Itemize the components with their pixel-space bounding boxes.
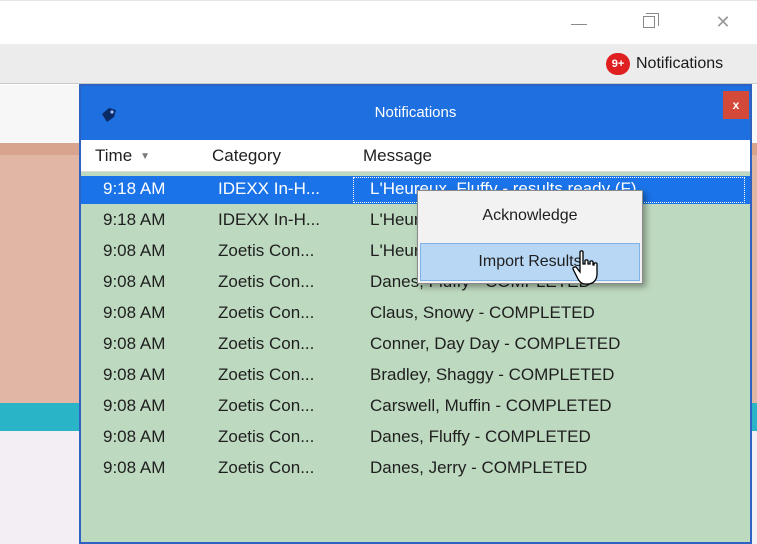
cell-category: Zoetis Con... (218, 365, 315, 384)
minimize-icon[interactable] (556, 7, 602, 37)
column-header-time-label: Time (95, 146, 133, 165)
column-header-time[interactable]: Time ▼ (95, 146, 150, 166)
cell-time: 9:08 AM (103, 396, 166, 415)
table-row[interactable]: 9:18 AMIDEXX In-H...L'Heureux, Fluffy - … (81, 176, 750, 204)
close-notifications-button[interactable]: x (723, 91, 749, 119)
sort-descending-icon: ▼ (140, 151, 151, 163)
cell-message: Carswell, Muffin - COMPLETED (370, 396, 612, 415)
cell-message: Conner, Day Day - COMPLETED (370, 334, 621, 353)
notifications-link-label: Notifications (636, 55, 724, 72)
notifications-window: Notifications x Time ▼ Category Message 9… (79, 84, 752, 544)
table-row[interactable]: 9:08 AMZoetis Con...Danes, Fluffy - COMP… (81, 269, 750, 297)
notifications-link[interactable]: 9+ Notifications (606, 52, 723, 76)
cell-message: Claus, Snowy - COMPLETED (370, 303, 595, 322)
maximize-icon[interactable] (626, 7, 672, 37)
menu-item-acknowledge[interactable]: Acknowledge (420, 197, 640, 235)
cell-category: Zoetis Con... (218, 458, 315, 477)
cell-time: 9:18 AM (103, 179, 166, 198)
close-icon[interactable]: ✕ (700, 7, 746, 37)
table-row[interactable]: 9:08 AM Zoetis Con... Danes, Jerry - COMPL… (81, 455, 750, 483)
notifications-titlebar[interactable]: Notifications x (81, 86, 750, 140)
cell-category: Zoetis Con... (218, 241, 315, 260)
cell-time: 9:08 AM (103, 241, 166, 260)
cell-category: Zoetis Con... (218, 303, 315, 322)
cell-category: Zoetis Con... (218, 272, 315, 291)
cell-message: Danes, Jerry - COMPLETED (370, 458, 588, 477)
cell-time: 9:08 AM (103, 334, 166, 353)
cell-category: IDEXX In-H... (218, 179, 321, 198)
cell-time: 9:08 AM (103, 458, 166, 477)
table-row[interactable]: 9:08 AM Zoetis Con... Bradley, Shaggy - CO… (81, 362, 750, 390)
grid-header: Time ▼ Category Message (81, 140, 750, 172)
cell-time: 9:08 AM (103, 365, 166, 384)
notification-count-badge: 9+ (606, 53, 630, 75)
column-header-message[interactable]: Message (363, 146, 432, 166)
table-row[interactable]: 9:08 AM Zoetis Con... Danes, Fluffy - COMP… (81, 424, 750, 452)
cell-category: IDEXX In-H... (218, 210, 321, 229)
column-header-category[interactable]: Category (212, 146, 281, 166)
cell-time: 9:08 AM (103, 272, 166, 291)
app-titlebar: ✕ (0, 0, 757, 44)
table-row[interactable]: 9:08 AMZoetis Con...L'Heureux, Fluffy - … (81, 238, 750, 266)
table-row[interactable]: 9:18 AMIDEXX In-H...L'Heureux, Fluffy - … (81, 207, 750, 235)
cell-category: Zoetis Con... (218, 427, 315, 446)
cell-category: Zoetis Con... (218, 334, 315, 353)
cell-time: 9:08 AM (103, 303, 166, 322)
cell-message: Bradley, Shaggy - COMPLETED (370, 365, 615, 384)
table-row[interactable]: 9:08 AM Zoetis Con... Conner, Day Day - CO… (81, 331, 750, 359)
app-toolbar: 9+ Notifications (0, 44, 757, 84)
table-row[interactable]: 9:08 AM Zoetis Con... Claus, Snowy - COMPL… (81, 300, 750, 328)
notifications-grid: 9:18 AM IDEXX In-H... L'Heureux, Fluffy - … (81, 172, 750, 542)
menu-item-import-results[interactable]: Import Results (420, 243, 640, 281)
notifications-window-title: Notifications (374, 104, 457, 121)
cell-category: Zoetis Con... (218, 396, 315, 415)
table-row[interactable]: 9:08 AM Zoetis Con... Carswell, Muffin - C… (81, 393, 750, 421)
cell-time: 9:18 AM (103, 210, 166, 229)
pointer-cursor-icon (572, 250, 598, 285)
cell-time: 9:08 AM (103, 427, 166, 446)
cell-message: Danes, Fluffy - COMPLETED (370, 427, 591, 446)
context-menu: Acknowledge Import Results (417, 190, 643, 284)
